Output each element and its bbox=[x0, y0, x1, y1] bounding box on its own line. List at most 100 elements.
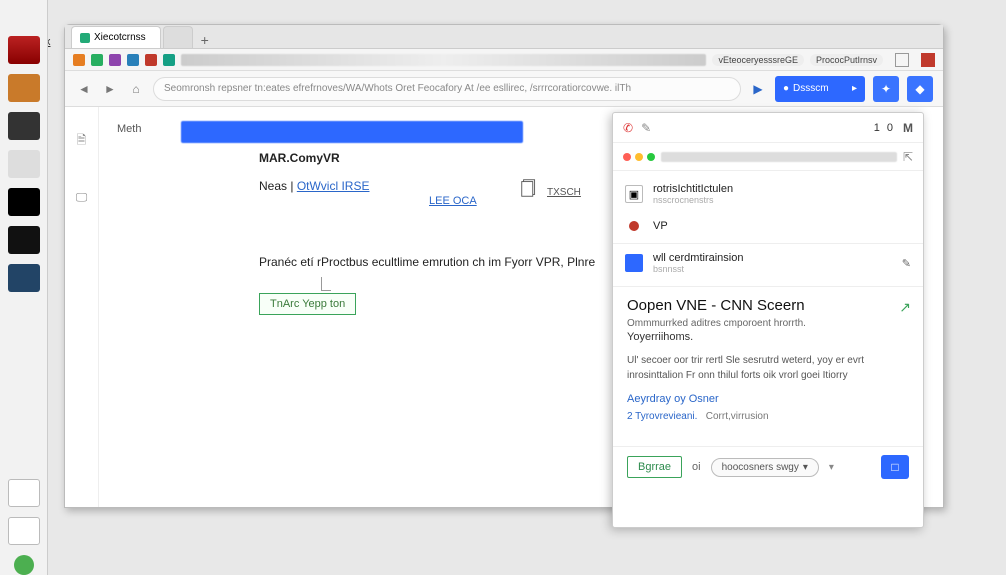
extension-pill[interactable]: ● Dssscm ▸ bbox=[775, 76, 865, 102]
item-edit-icon[interactable]: ✎ bbox=[902, 257, 911, 270]
anchor-line bbox=[321, 277, 331, 291]
bookmark-icon[interactable] bbox=[91, 54, 103, 66]
pin-icon[interactable]: ⇱ bbox=[903, 150, 913, 164]
taskbar-app-10[interactable] bbox=[14, 555, 34, 575]
address-bar[interactable]: Seomronsh repsner tn:eates efrefrnoves/W… bbox=[153, 77, 741, 101]
pill-dot: ● bbox=[783, 83, 789, 94]
panel-link[interactable]: Aeyrdray oy Osner bbox=[627, 393, 909, 405]
secondary-label: oi bbox=[692, 461, 701, 473]
side-label: Meth bbox=[117, 123, 141, 135]
rail-doc-icon[interactable]: 🗎 bbox=[77, 131, 87, 152]
divider bbox=[613, 243, 923, 244]
bookmark-overflow bbox=[181, 54, 706, 66]
browser-tab-inactive[interactable] bbox=[163, 26, 193, 48]
subheading-row: Neas | OtWvicl IRSE bbox=[259, 179, 369, 193]
toolbar-icon-2[interactable]: ◆ bbox=[907, 76, 933, 102]
subheading-prefix: Neas | bbox=[259, 179, 293, 193]
bookmark-icon[interactable] bbox=[145, 54, 157, 66]
chevron-down-icon: ▾ bbox=[803, 462, 808, 473]
flag-icon[interactable] bbox=[895, 53, 909, 67]
taskbar-app-1[interactable] bbox=[8, 36, 40, 64]
highlight-banner[interactable] bbox=[181, 121, 523, 143]
maximize-icon[interactable] bbox=[647, 153, 655, 161]
tag-box[interactable]: TnArc Yepp ton bbox=[259, 293, 356, 315]
pill-label: hoocosners swgy bbox=[722, 462, 799, 473]
left-rail: 🗎 🖵 bbox=[65, 107, 99, 507]
link-leeoca[interactable]: LEE OCA bbox=[429, 195, 477, 207]
panel-meta-grey: Corrt,virrusion bbox=[706, 411, 769, 422]
bookmark-icon[interactable] bbox=[73, 54, 85, 66]
bookmark-icon[interactable] bbox=[127, 54, 139, 66]
taskbar-app-5[interactable] bbox=[8, 188, 40, 216]
item-title: VP bbox=[653, 220, 668, 232]
dropdown-pill[interactable]: hoocosners swgy ▾ bbox=[711, 458, 819, 477]
chevron-down-icon[interactable]: ▾ bbox=[829, 462, 834, 473]
toolbar-icon-1[interactable]: ✦ bbox=[873, 76, 899, 102]
item-title: rotrisIchtitIctulen bbox=[653, 183, 733, 195]
page-heading: MAR.ComyVR bbox=[259, 151, 340, 165]
right-tab-1[interactable]: vEteoceryesssreGE bbox=[712, 54, 804, 66]
panel-title-blurred bbox=[661, 152, 897, 162]
panel-item-2[interactable]: VP bbox=[613, 211, 923, 241]
tab-strip: Xiecotcrnss + bbox=[65, 25, 943, 49]
minimize-icon[interactable] bbox=[635, 153, 643, 161]
side-panel-header: ✆ ✎ 1 0 M bbox=[613, 113, 923, 143]
browser-tab-active[interactable]: Xiecotcrnss bbox=[71, 26, 161, 48]
taskbar-app-4[interactable] bbox=[8, 150, 40, 178]
panel-title-text: Oopen VNE - CNN Sceern bbox=[627, 297, 805, 314]
panel-m-icon[interactable]: M bbox=[903, 121, 913, 135]
panel-subtitle2: Yoyerriihoms. bbox=[627, 331, 909, 343]
item-subtitle: bsnnsst bbox=[653, 264, 743, 274]
panel-item-3[interactable]: wll cerdmtirainsion bsnnsst ✎ bbox=[613, 246, 923, 280]
taskbar-app-9[interactable] bbox=[8, 517, 40, 545]
pill-play-icon: ▸ bbox=[852, 83, 857, 94]
item-doc-icon: ▣ bbox=[625, 185, 643, 203]
side-panel-subheader: ⇱ bbox=[613, 143, 923, 171]
tab-label: Xiecotcrnss bbox=[94, 32, 146, 43]
home-button[interactable]: ⌂ bbox=[127, 80, 145, 98]
os-taskbar bbox=[0, 0, 48, 575]
edit-icon[interactable]: ✎ bbox=[641, 121, 651, 135]
panel-actions: Bgrrae oi hoocosners swgy ▾ ▾ □ bbox=[613, 446, 923, 487]
document-stack-icon[interactable] bbox=[519, 177, 541, 199]
rail-display-icon[interactable]: 🖵 bbox=[76, 190, 88, 205]
bookmark-icon[interactable] bbox=[109, 54, 121, 66]
item-subtitle: nsscrocnenstrs bbox=[653, 195, 733, 205]
taskbar-app-2[interactable] bbox=[8, 74, 40, 102]
paragraph: Pranéc etí rProctbus ecultlime emrution … bbox=[259, 255, 595, 269]
browser-toolbar: ◄ ► ⌂ Seomronsh repsner tn:eates efrefrn… bbox=[65, 71, 943, 107]
item-title: wll cerdmtirainsion bbox=[653, 252, 743, 264]
panel-meta: 2 Tyrovrevieani. Corrt,virrusion bbox=[627, 411, 909, 422]
item-app-icon bbox=[625, 254, 643, 272]
panel-description: Ul' secoer oor trir rertl Sle sesrutrd w… bbox=[627, 353, 909, 383]
bookmark-bar: vEteoceryesssreGE PrococPutIrnsv bbox=[65, 49, 943, 71]
primary-action-button[interactable]: Bgrrae bbox=[627, 456, 682, 478]
traffic-lights bbox=[623, 153, 655, 161]
pill-label: Dssscm bbox=[793, 83, 829, 94]
play-icon[interactable]: ▶ bbox=[749, 80, 767, 98]
open-external-icon[interactable]: ↗ bbox=[899, 299, 911, 316]
panel-subtitle1: Ommmurrked aditres cmporoent hrorrth. bbox=[627, 318, 909, 329]
panel-item-1[interactable]: ▣ rotrisIchtitIctulen nsscrocnenstrs bbox=[613, 177, 923, 211]
taskbar-app-7[interactable] bbox=[8, 264, 40, 292]
forward-button[interactable]: ► bbox=[101, 80, 119, 98]
new-tab-button[interactable]: + bbox=[195, 32, 215, 48]
panel-count: 1 0 bbox=[874, 122, 895, 134]
taskbar-app-8[interactable] bbox=[8, 479, 40, 507]
back-button[interactable]: ◄ bbox=[75, 80, 93, 98]
submit-button[interactable]: □ bbox=[881, 455, 909, 479]
link-txsch[interactable]: TXSCH bbox=[547, 187, 581, 198]
window-controls-area: vEteoceryesssreGE PrococPutIrnsv bbox=[712, 54, 883, 66]
taskbar-app-6[interactable] bbox=[8, 226, 40, 254]
subheading-link[interactable]: OtWvicl IRSE bbox=[297, 179, 370, 193]
bookmark-icon[interactable] bbox=[163, 54, 175, 66]
panel-title: Oopen VNE - CNN Sceern ↗ bbox=[627, 297, 909, 314]
phone-icon[interactable]: ✆ bbox=[623, 121, 633, 135]
taskbar-app-3[interactable] bbox=[8, 112, 40, 140]
tab-favicon bbox=[80, 33, 90, 43]
close-icon[interactable] bbox=[623, 153, 631, 161]
panel-list: ▣ rotrisIchtitIctulen nsscrocnenstrs VP … bbox=[613, 171, 923, 286]
panel-meta-count[interactable]: 2 Tyrovrevieani. bbox=[627, 411, 697, 422]
right-tab-2[interactable]: PrococPutIrnsv bbox=[810, 54, 883, 66]
close-window-icon[interactable] bbox=[921, 53, 935, 67]
